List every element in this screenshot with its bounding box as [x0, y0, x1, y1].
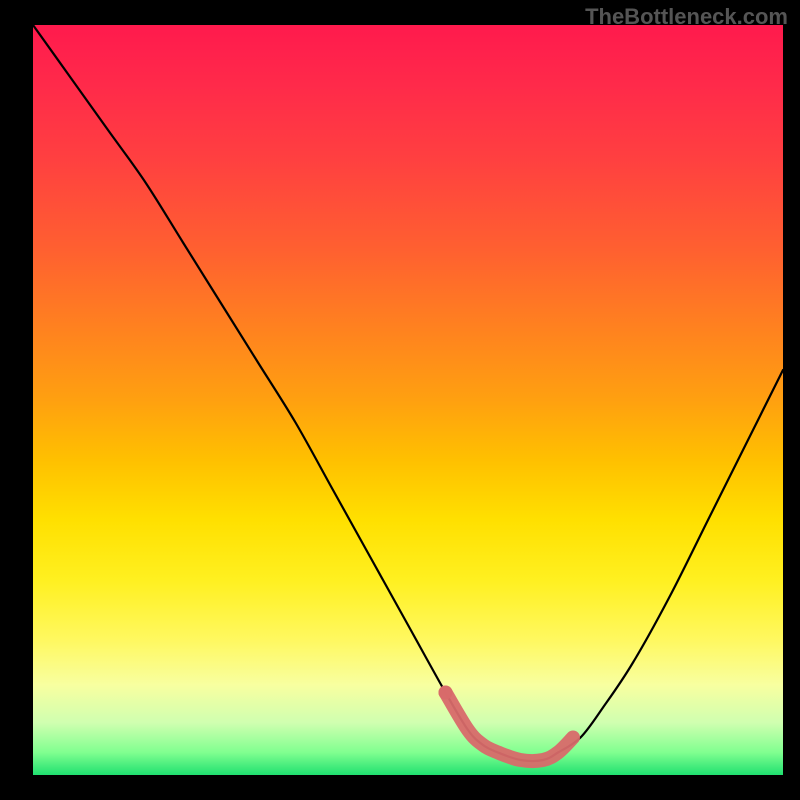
plot-area — [33, 25, 783, 775]
watermark-text: TheBottleneck.com — [585, 4, 788, 30]
highlight-dot — [439, 686, 453, 700]
chart-svg — [33, 25, 783, 775]
highlight-segment — [446, 693, 574, 761]
bottleneck-curve — [33, 25, 783, 761]
